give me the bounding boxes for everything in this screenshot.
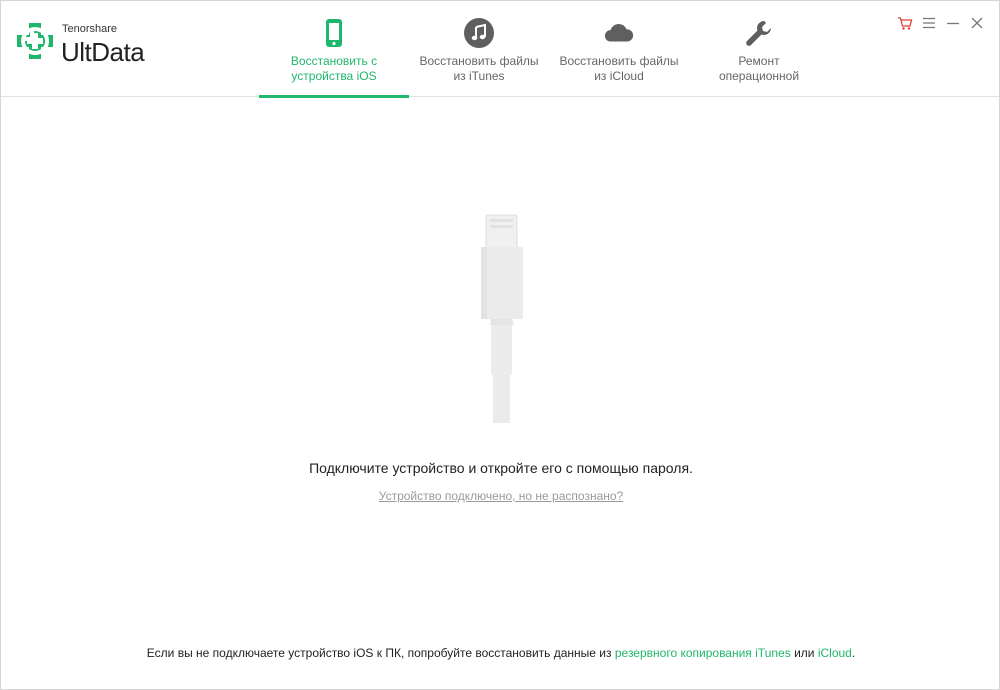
cloud-icon xyxy=(603,17,635,49)
tab-recover-ios[interactable]: Восстановить с устройства iOS xyxy=(259,1,409,98)
header: Tenorshare UltData Восстановить с устрой… xyxy=(1,1,999,98)
tab-label-line2: операционной xyxy=(718,69,800,83)
close-icon[interactable] xyxy=(969,15,985,31)
phone-icon xyxy=(318,17,350,49)
tab-label-line2: устройства iOS xyxy=(291,69,377,83)
tab-label-line2: из iTunes xyxy=(453,69,505,83)
footer-hint: Если вы не подключаете устройство iOS к … xyxy=(1,646,1000,660)
ultdata-logo xyxy=(17,23,53,59)
connect-instruction: Подключите устройство и откройте его с п… xyxy=(309,460,693,476)
device-not-recognized-link[interactable]: Устройство подключено, но не распознано? xyxy=(379,489,623,503)
music-icon xyxy=(463,17,495,49)
footer-text-prefix: Если вы не подключаете устройство iOS к … xyxy=(146,646,612,660)
tab-label-line2: из iCloud xyxy=(594,69,644,83)
tab-label-line1: Ремонт xyxy=(738,54,780,68)
mode-tabs: Восстановить с устройства iOS Восстанови… xyxy=(259,1,829,98)
wrench-icon xyxy=(743,17,775,49)
window-controls xyxy=(897,15,985,31)
brand-name: UltData xyxy=(61,37,145,67)
itunes-backup-link[interactable]: резервного копирования iTunes xyxy=(615,646,791,660)
menu-icon[interactable] xyxy=(921,15,937,31)
tab-label-line1: Восстановить файлы xyxy=(559,54,679,68)
tab-repair-os[interactable]: Ремонт операционной xyxy=(689,1,829,97)
lightning-cable-illustration xyxy=(481,214,523,423)
tab-label-line1: Восстановить файлы xyxy=(419,54,539,68)
brand-vendor: Tenorshare xyxy=(62,23,118,35)
tab-recover-icloud[interactable]: Восстановить файлы из iCloud xyxy=(549,1,689,97)
cart-icon[interactable] xyxy=(897,15,913,31)
footer-text-or: или xyxy=(794,646,815,660)
app-window: Tenorshare UltData Восстановить с устрой… xyxy=(0,0,1000,690)
icloud-link[interactable]: iCloud xyxy=(818,646,852,660)
minimize-icon[interactable] xyxy=(945,15,961,31)
footer-text-suffix: . xyxy=(851,646,856,660)
tab-label-line1: Восстановить с xyxy=(290,54,378,68)
tab-recover-itunes[interactable]: Восстановить файлы из iTunes xyxy=(409,1,549,97)
